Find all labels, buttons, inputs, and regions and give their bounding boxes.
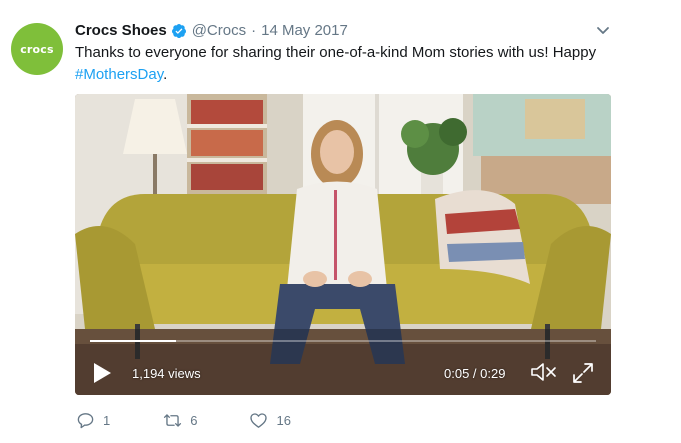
retweet-button[interactable]: 6	[163, 411, 197, 430]
view-count: 1,194 views	[132, 366, 201, 381]
video-player[interactable]: 1,194 views 0:05 / 0:29	[75, 94, 611, 395]
tweet-body: Thanks to everyone for sharing their one…	[75, 44, 597, 61]
tweet-text-end: .	[163, 66, 168, 83]
header-separator: ·	[251, 22, 257, 39]
reply-button[interactable]: 1	[76, 411, 110, 430]
fullscreen-icon[interactable]	[571, 361, 595, 385]
progress-fill	[90, 340, 177, 342]
video-time: 0:05 / 0:29	[444, 366, 506, 381]
video-frame	[75, 94, 611, 395]
play-icon[interactable]	[92, 362, 112, 384]
reply-icon	[77, 413, 94, 429]
author-name[interactable]: Crocs Shoes	[75, 22, 167, 39]
chevron-down-icon[interactable]	[596, 26, 610, 36]
retweet-icon	[164, 414, 182, 427]
avatar-logo-text: crocs	[20, 42, 54, 56]
like-button[interactable]: 16	[249, 411, 291, 430]
mute-icon[interactable]	[530, 361, 558, 383]
author-handle[interactable]: @Crocs	[192, 22, 246, 39]
tweet-actions: 1 6 16	[76, 411, 291, 430]
avatar[interactable]: crocs	[11, 23, 63, 75]
tweet-header: Crocs Shoes @Crocs · 14 May 2017	[75, 22, 348, 39]
verified-badge-icon	[171, 23, 186, 38]
like-count: 16	[276, 413, 291, 428]
hashtag-link[interactable]: #MothersDay	[75, 66, 163, 83]
tweet-text: Thanks to everyone for sharing their one…	[75, 42, 635, 86]
tweet-date[interactable]: 14 May 2017	[261, 22, 348, 39]
retweet-count: 6	[190, 413, 198, 428]
heart-icon	[250, 413, 268, 428]
progress-bar[interactable]	[90, 340, 596, 342]
reply-count: 1	[103, 413, 111, 428]
